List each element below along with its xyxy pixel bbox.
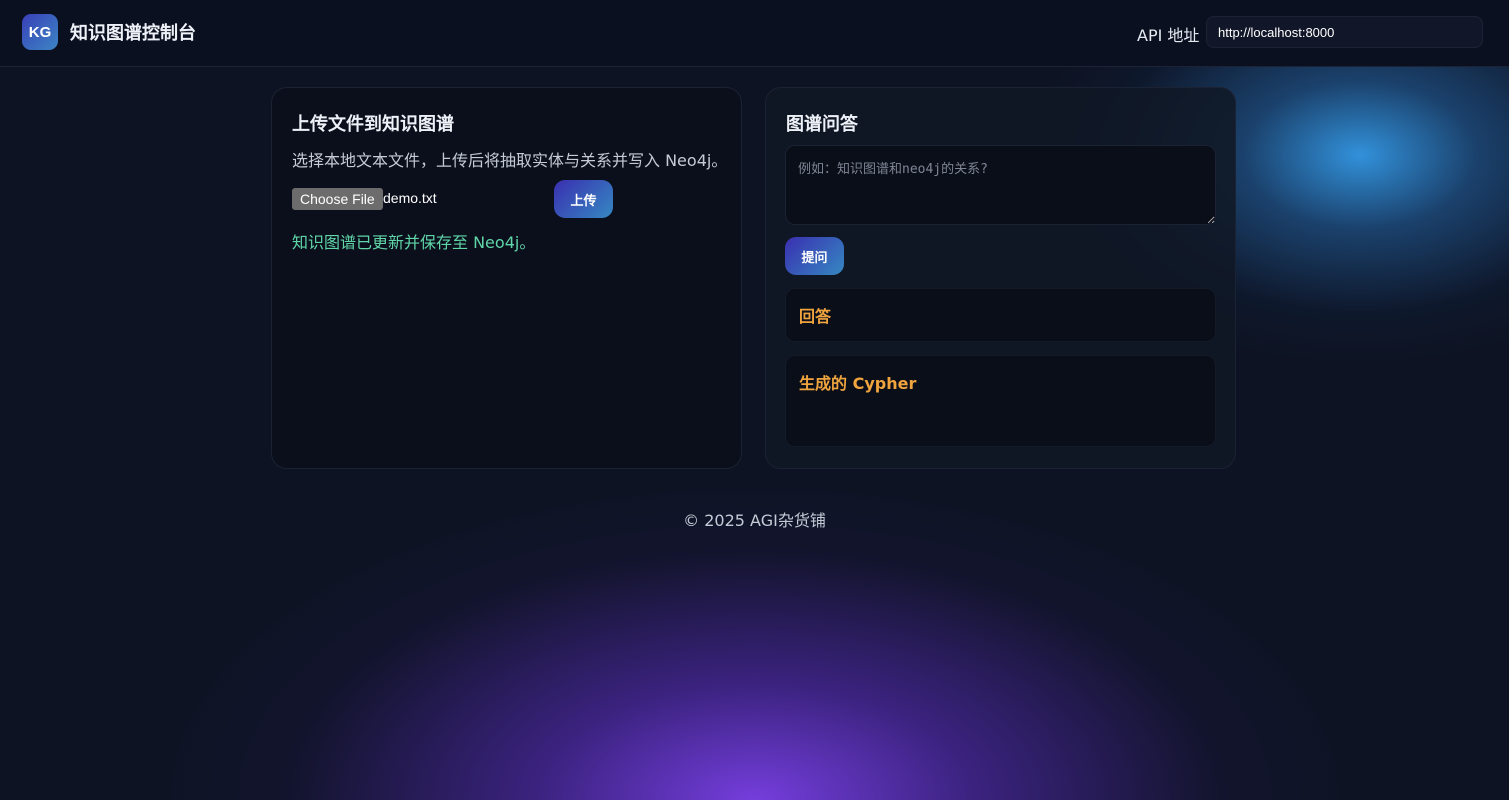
ask-button[interactable]: 提问	[785, 237, 844, 275]
upload-button[interactable]: 上传	[554, 180, 613, 218]
footer-copyright: © 2025 AGI杂货铺	[683, 511, 826, 530]
api-address-input[interactable]	[1206, 16, 1483, 48]
app-title: 知识图谱控制台	[70, 23, 196, 44]
cypher-section: 生成的 Cypher	[785, 355, 1216, 447]
qa-panel-title: 图谱问答	[786, 114, 858, 135]
top-bar: KG 知识图谱控制台 API 地址	[0, 0, 1509, 67]
api-address-label: API 地址	[1137, 26, 1200, 45]
upload-panel-title: 上传文件到知识图谱	[292, 114, 454, 135]
qa-panel: 图谱问答 提问 回答 生成的 Cypher	[765, 87, 1236, 469]
answer-section: 回答	[785, 288, 1216, 342]
choose-file-button[interactable]: Choose File	[292, 188, 383, 210]
selected-file-name: demo.txt	[383, 190, 437, 206]
upload-status-message: 知识图谱已更新并保存至 Neo4j。	[292, 233, 536, 252]
question-input[interactable]	[785, 145, 1216, 225]
answer-title: 回答	[799, 307, 832, 326]
kg-logo: KG	[22, 14, 58, 50]
cypher-title: 生成的 Cypher	[799, 374, 917, 393]
upload-panel: 上传文件到知识图谱 选择本地文本文件，上传后将抽取实体与关系并写入 Neo4j。…	[271, 87, 742, 469]
upload-panel-description: 选择本地文本文件，上传后将抽取实体与关系并写入 Neo4j。	[292, 151, 728, 170]
